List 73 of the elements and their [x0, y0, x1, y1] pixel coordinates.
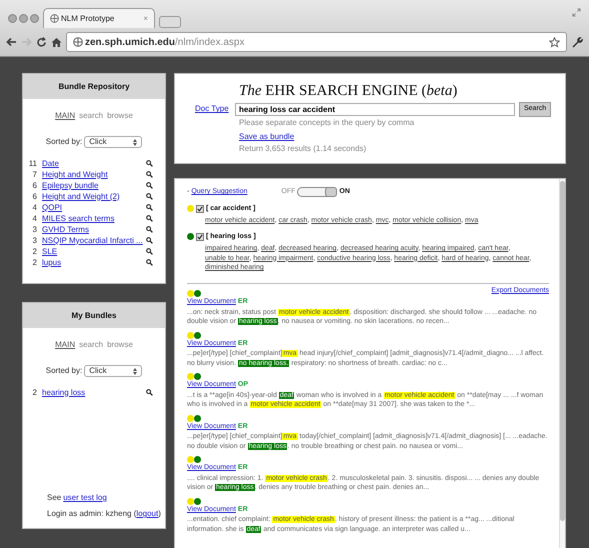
sort-dropdown[interactable]: Click [84, 365, 142, 377]
search-field[interactable]: hearing loss car accident [235, 102, 515, 116]
dropdown-arrows-icon [133, 138, 138, 146]
fullscreen-icon[interactable] [572, 8, 581, 17]
item-count: 4 [32, 202, 37, 214]
bundle-link[interactable]: MILES search terms [42, 212, 114, 224]
item-count: 7 [32, 168, 37, 180]
footer-text: See [47, 492, 62, 504]
bundle-link[interactable]: NSQIP Myocardial Infarcti ... [42, 234, 143, 246]
nav-link[interactable]: browse [107, 339, 133, 351]
star-icon[interactable] [549, 36, 560, 48]
item-count: 3 [32, 224, 37, 236]
sort-label: Sorted by: [46, 136, 82, 148]
address-bar[interactable]: zen.sph.umich.edu/nlm/index.aspx [66, 32, 567, 52]
item-count: 6 [32, 180, 37, 192]
item-count: 2 [32, 256, 37, 268]
nav-link[interactable]: browse [107, 110, 133, 122]
dropdown-arrows-icon [133, 368, 138, 374]
panel-title: My Bundles [23, 303, 165, 328]
save-bundle-link[interactable]: Save as bundle [239, 132, 294, 140]
search-icon[interactable] [146, 248, 153, 255]
wrench-icon[interactable] [571, 36, 583, 48]
search-icon[interactable] [146, 226, 153, 233]
sort-dropdown[interactable]: Click [84, 136, 142, 148]
home-icon[interactable] [51, 36, 62, 48]
search-icon[interactable] [146, 215, 153, 222]
bundle-link[interactable]: SLE [42, 246, 58, 258]
search-icon[interactable] [146, 160, 153, 167]
reload-icon[interactable] [36, 36, 47, 48]
login-text: Login as admin: kzheng ( [47, 508, 136, 520]
hint-text: Please separate concepts in the query by comma [239, 116, 416, 128]
tab-title: NLM Prototype [61, 12, 116, 24]
globe-icon [73, 37, 83, 47]
doc-type-link[interactable]: Doc Type [195, 103, 231, 116]
nav-link[interactable]: search [79, 110, 104, 122]
panel-title: Bundle Repository [23, 74, 165, 99]
item-count: 11 [28, 158, 37, 170]
checkbox[interactable] [196, 232, 204, 241]
search-icon[interactable] [146, 389, 153, 396]
globe-icon [50, 14, 59, 23]
nav-link[interactable]: MAIN [55, 339, 76, 351]
bundle-link[interactable]: Epilepsy bundle [42, 180, 98, 192]
bundle-link[interactable]: Height and Weight (2) [42, 190, 120, 202]
logout-link[interactable]: logout [136, 508, 158, 520]
engine-title: The EHR SEARCH ENGINE (beta) [239, 82, 458, 100]
item-count: 3 [32, 234, 37, 246]
bundle-link[interactable]: Date [42, 158, 59, 170]
login-text: ) [158, 508, 161, 520]
sort-label: Sorted by: [46, 365, 82, 377]
bundle-link[interactable]: hearing loss [42, 386, 86, 398]
item-count: 6 [32, 190, 37, 202]
item-count: 2 [32, 386, 37, 398]
item-count: 2 [32, 246, 37, 258]
checkbox[interactable] [196, 204, 204, 213]
bundle-link[interactable]: lupus [42, 256, 62, 268]
search-icon[interactable] [146, 259, 153, 266]
bundle-link[interactable]: QOPI [42, 202, 62, 214]
search-icon[interactable] [146, 182, 153, 189]
search-icon[interactable] [146, 193, 153, 200]
bundle-link[interactable]: Height and Weight [42, 168, 108, 180]
search-icon[interactable] [146, 237, 153, 244]
browser-tab[interactable]: NLM Prototype × [43, 8, 155, 28]
search-icon[interactable] [146, 204, 153, 211]
scrollbar[interactable] [559, 179, 565, 548]
results-count: Return 3,653 results (1.14 seconds) [239, 142, 368, 154]
toggle-switch[interactable] [297, 187, 338, 198]
item-count: 4 [32, 212, 37, 224]
bundle-link[interactable]: GVHD Terms [42, 224, 89, 236]
back-icon[interactable] [6, 37, 17, 47]
log-link[interactable]: user test log [63, 492, 107, 504]
nav-link[interactable]: MAIN [55, 110, 76, 122]
search-icon[interactable] [146, 171, 153, 178]
nav-link[interactable]: search [79, 339, 104, 351]
